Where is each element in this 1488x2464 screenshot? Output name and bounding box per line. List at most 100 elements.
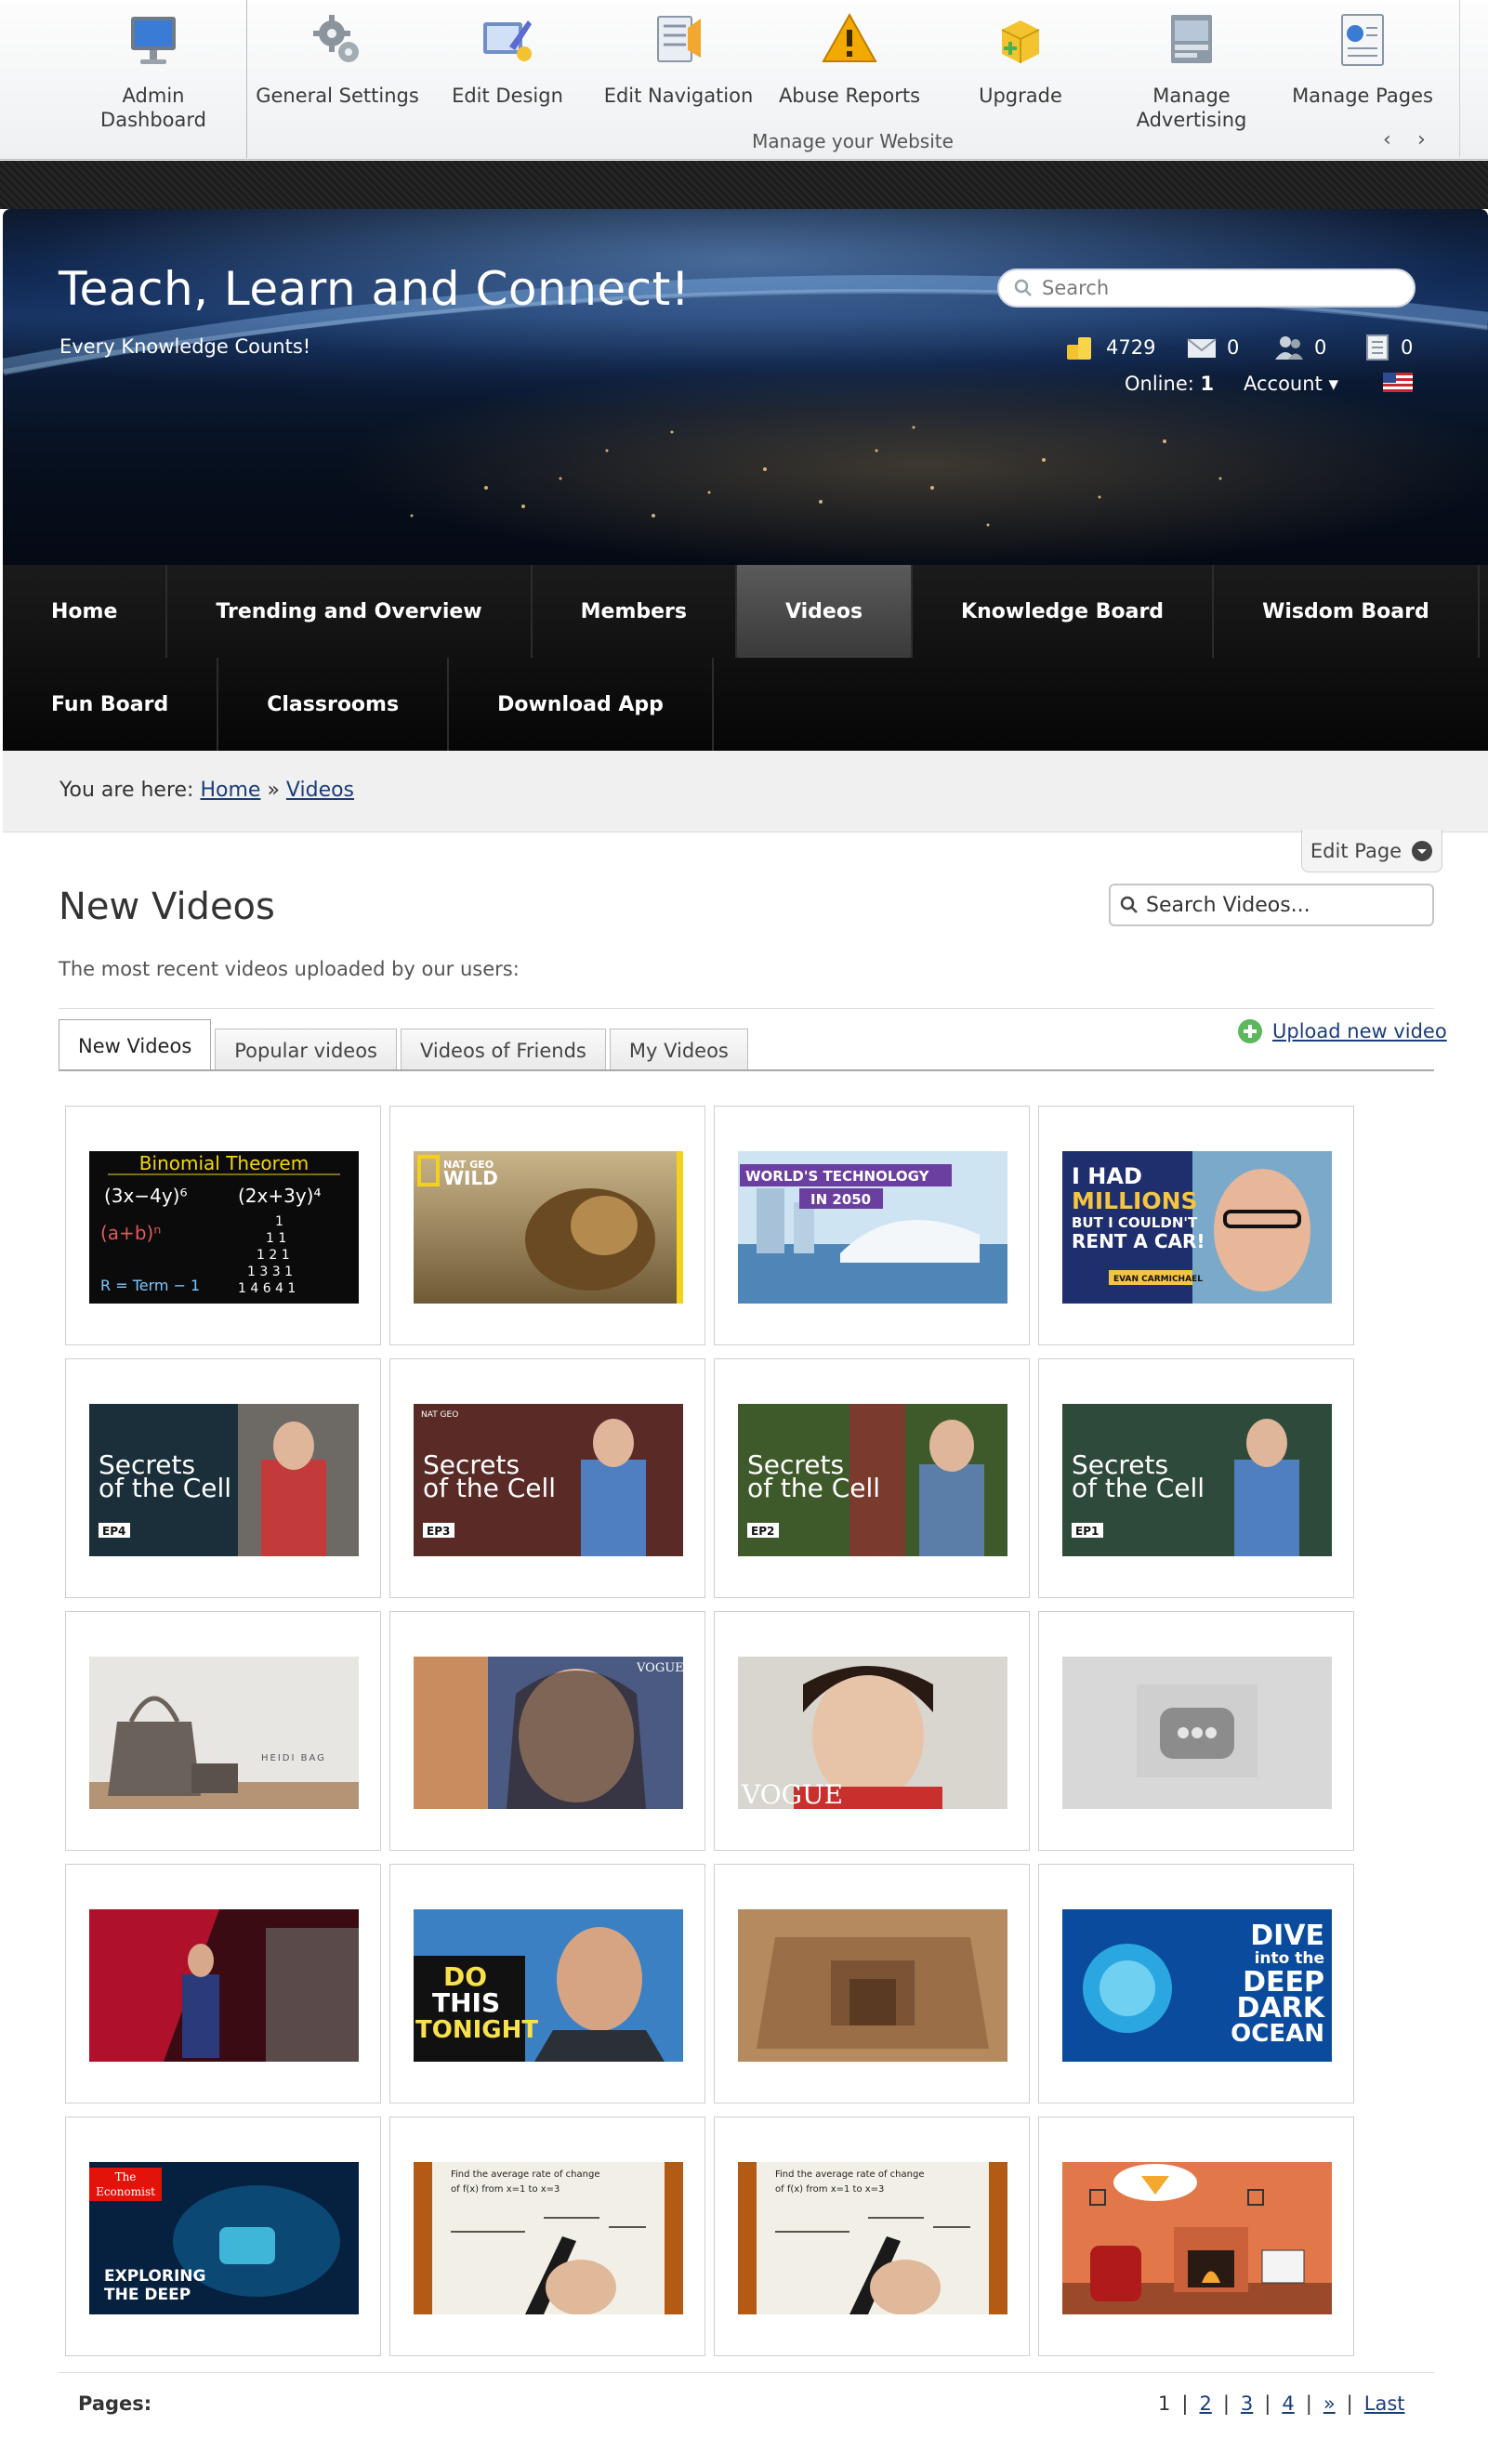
- video-card[interactable]: DIVE into the DEEP DARK OCEAN: [1038, 1864, 1354, 2104]
- video-card[interactable]: DO THIS TONIGHT: [389, 1864, 705, 2104]
- video-card[interactable]: Secrets of the Cell EP2: [714, 1358, 1030, 1598]
- edit-page-button[interactable]: Edit Page: [1301, 830, 1442, 872]
- site-search-box[interactable]: [997, 269, 1416, 308]
- admin-toolbar: Admin Dashboard General Settings Edit De…: [0, 0, 1488, 160]
- tab-videos-of-friends[interactable]: Videos of Friends: [400, 1029, 606, 1071]
- admin-dashboard-button[interactable]: Admin Dashboard: [70, 9, 237, 132]
- video-thumbnail[interactable]: Secrets of the Cell EP1: [1062, 1404, 1332, 1556]
- nav-item-trending[interactable]: Trending and Overview: [167, 565, 533, 658]
- site-search-input[interactable]: [1042, 277, 1395, 299]
- breadcrumb-videos-link[interactable]: Videos: [286, 779, 354, 802]
- video-card[interactable]: VOGUE: [389, 1611, 705, 1851]
- video-card[interactable]: Find the average rate of change of f(x) …: [389, 2117, 705, 2356]
- video-thumbnail[interactable]: [1062, 1657, 1332, 1809]
- edit-page-label: Edit Page: [1310, 839, 1402, 862]
- manage-pages-button[interactable]: Manage Pages: [1279, 9, 1446, 108]
- tab-popular-videos[interactable]: Popular videos: [215, 1029, 397, 1071]
- page-link-2[interactable]: 2: [1199, 2392, 1211, 2415]
- friend-requests-stat[interactable]: 0: [1273, 334, 1326, 361]
- nav-item-knowledge-board[interactable]: Knowledge Board: [913, 565, 1215, 658]
- edit-navigation-button[interactable]: Edit Navigation: [595, 9, 762, 108]
- tab-my-videos[interactable]: My Videos: [609, 1029, 748, 1071]
- video-thumbnail[interactable]: Secrets of the Cell EP2: [738, 1404, 1007, 1556]
- manage-advertising-button[interactable]: Manage Advertising: [1108, 9, 1275, 132]
- video-thumbnail[interactable]: NAT GEO WILD: [414, 1151, 683, 1304]
- upload-video-link[interactable]: Upload new video: [1237, 1018, 1447, 1044]
- video-card[interactable]: VOGUE: [714, 1611, 1030, 1851]
- video-search-input[interactable]: [1146, 893, 1425, 917]
- video-thumbnail[interactable]: DIVE into the DEEP DARK OCEAN: [1062, 1909, 1332, 2062]
- messages-stat[interactable]: 0: [1186, 334, 1239, 361]
- header-strip: [0, 161, 1488, 209]
- video-thumbnail[interactable]: VOGUE: [738, 1657, 1007, 1809]
- video-card[interactable]: Secrets of the Cell EP4: [65, 1358, 381, 1598]
- page-separator: |: [1181, 2392, 1189, 2415]
- video-card[interactable]: Secrets of the Cell EP1: [1038, 1358, 1354, 1598]
- online-users[interactable]: Online: 1: [1125, 373, 1214, 395]
- admin-divider-right: [1459, 0, 1460, 158]
- nav-item-wisdom-board[interactable]: Wisdom Board: [1214, 565, 1480, 658]
- nav-item-members[interactable]: Members: [533, 565, 737, 658]
- page-separator: |: [1222, 2392, 1230, 2415]
- video-card[interactable]: [65, 1864, 381, 2104]
- video-thumbnail[interactable]: The Economist EXPLORING THE DEEP: [89, 2162, 359, 2314]
- svg-text:I HAD: I HAD: [1072, 1163, 1142, 1189]
- page-last-link[interactable]: Last: [1364, 2392, 1405, 2415]
- nav-item-videos[interactable]: Videos: [736, 565, 914, 658]
- video-thumbnail[interactable]: WORLD'S TECHNOLOGY IN 2050: [738, 1151, 1007, 1304]
- upgrade-button[interactable]: Upgrade: [937, 9, 1104, 108]
- video-thumbnail[interactable]: HEIDI BAG: [89, 1657, 359, 1809]
- page-next-link[interactable]: »: [1323, 2392, 1336, 2415]
- svg-text:of f(x) from x=1 to x=3: of f(x) from x=1 to x=3: [775, 2184, 884, 2195]
- video-thumbnail[interactable]: [1062, 2162, 1332, 2314]
- video-card[interactable]: [714, 1864, 1030, 2104]
- video-thumbnail[interactable]: Find the average rate of change of f(x) …: [414, 2162, 683, 2314]
- video-thumbnail[interactable]: [738, 1909, 1007, 2062]
- video-card[interactable]: Secrets of the Cell EP3 NAT GEO: [389, 1358, 705, 1598]
- navigation-icon: [657, 16, 701, 62]
- video-thumbnail[interactable]: Secrets of the Cell EP3 NAT GEO: [414, 1404, 683, 1556]
- edit-design-button[interactable]: Edit Design: [424, 9, 591, 108]
- video-card[interactable]: [1038, 1611, 1354, 1851]
- svg-text:EP3: EP3: [427, 1525, 450, 1538]
- tab-new-videos[interactable]: New Videos: [59, 1019, 212, 1071]
- page-link-3[interactable]: 3: [1241, 2392, 1253, 2415]
- page-link-4[interactable]: 4: [1282, 2392, 1294, 2415]
- svg-text:TONIGHT: TONIGHT: [415, 2016, 538, 2044]
- breadcrumb-home-link[interactable]: Home: [200, 779, 260, 802]
- paint-icon: [483, 20, 532, 61]
- admin-item-label: Manage Advertising: [1136, 85, 1247, 131]
- account-menu[interactable]: Account ▾: [1244, 373, 1338, 395]
- video-card[interactable]: [1038, 2117, 1354, 2356]
- video-card[interactable]: The Economist EXPLORING THE DEEP: [65, 2117, 381, 2356]
- secrets-cell-ep3-thumbnail-image: Secrets of the Cell EP3 NAT GEO: [414, 1404, 683, 1556]
- video-thumbnail[interactable]: VOGUE: [414, 1657, 683, 1809]
- video-card[interactable]: I HAD MILLIONS BUT I COULDN'T RENT A CAR…: [1038, 1106, 1354, 1345]
- abuse-reports-button[interactable]: Abuse Reports: [766, 9, 933, 108]
- video-card[interactable]: Find the average rate of change of f(x) …: [714, 2117, 1030, 2356]
- divider: [59, 2372, 1434, 2373]
- nav-item-fun-board[interactable]: Fun Board: [3, 658, 219, 751]
- video-thumbnail[interactable]: Find the average rate of change of f(x) …: [738, 2162, 1007, 2314]
- points-stat[interactable]: 4729: [1065, 334, 1155, 361]
- nav-item-home[interactable]: Home: [3, 565, 168, 658]
- nav-item-classrooms[interactable]: Classrooms: [218, 658, 450, 751]
- video-card[interactable]: HEIDI BAG: [65, 1611, 381, 1851]
- video-thumbnail[interactable]: Binomial Theorem (3x−4y)⁶ (2x+3y)⁴ (a+b)…: [89, 1151, 359, 1304]
- video-card[interactable]: WORLD'S TECHNOLOGY IN 2050: [714, 1106, 1030, 1345]
- breadcrumb-bar: You are here: Home » Videos: [3, 751, 1488, 832]
- video-thumbnail[interactable]: I HAD MILLIONS BUT I COULDN'T RENT A CAR…: [1062, 1151, 1332, 1304]
- video-thumbnail[interactable]: DO THIS TONIGHT: [414, 1909, 683, 2062]
- video-thumbnail[interactable]: Secrets of the Cell EP4: [89, 1404, 359, 1556]
- nav-item-download-app[interactable]: Download App: [449, 658, 714, 751]
- video-thumbnail[interactable]: [89, 1909, 359, 2062]
- video-card[interactable]: NAT GEO WILD: [389, 1106, 705, 1345]
- us-flag-icon[interactable]: [1383, 373, 1413, 392]
- video-search-box[interactable]: [1109, 884, 1434, 926]
- general-settings-button[interactable]: General Settings: [254, 9, 421, 108]
- notifications-stat[interactable]: 0: [1360, 334, 1413, 361]
- video-card[interactable]: Binomial Theorem (3x−4y)⁶ (2x+3y)⁴ (a+b)…: [65, 1106, 381, 1345]
- admin-prev-arrow-icon[interactable]: ‹: [1383, 128, 1391, 151]
- admin-item-label: Abuse Reports: [778, 85, 921, 107]
- admin-next-arrow-icon[interactable]: ›: [1417, 128, 1426, 151]
